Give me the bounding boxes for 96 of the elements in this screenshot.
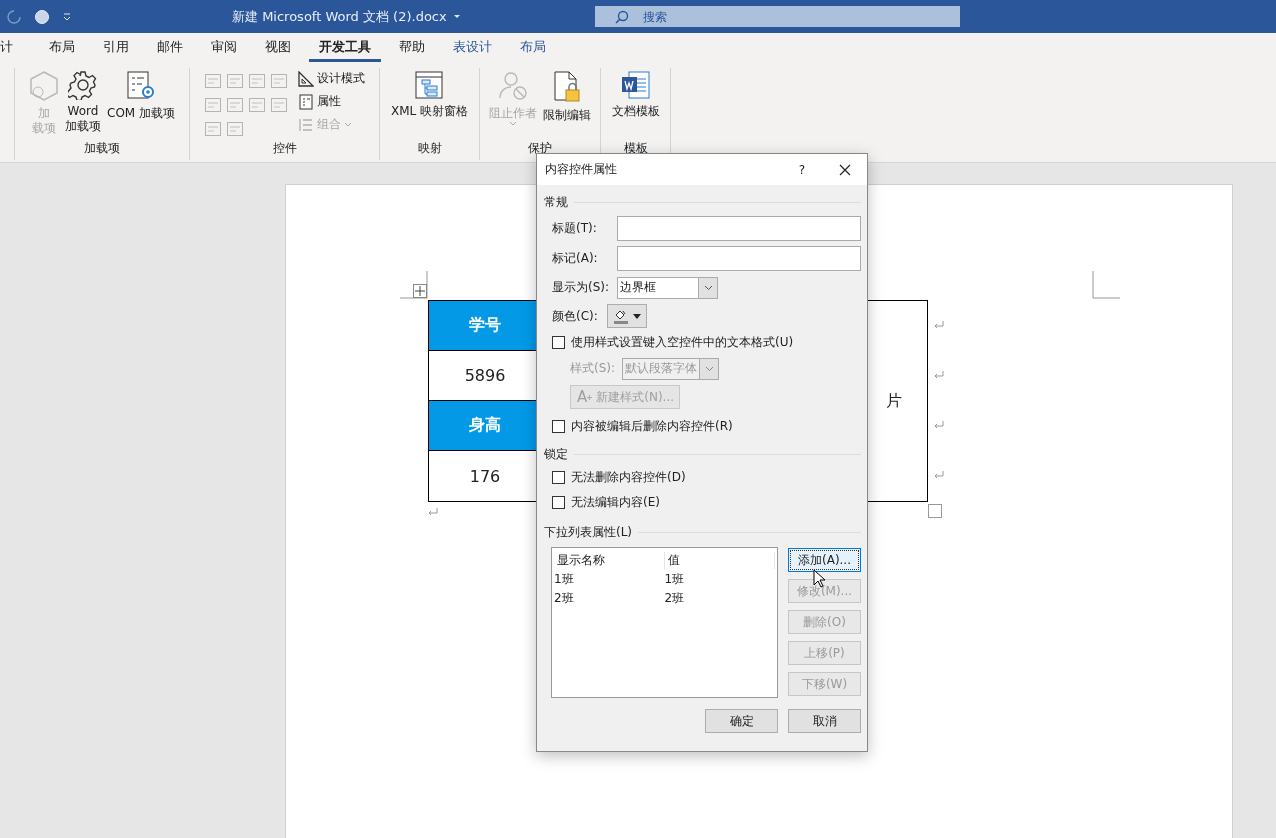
control-icon[interactable] [226,121,244,137]
ribbon-button[interactable]: COM 加载项 [107,70,175,121]
ribbon-button[interactable]: XML 映射窗格 [390,70,469,119]
field-label: 标题(T): [552,219,598,237]
group-label: 控件 [272,140,297,157]
table-cell: 身高 [429,401,537,451]
field-label: 标记(A): [552,249,599,267]
checkbox[interactable]: 内容被编辑后删除内容控件(R) [544,414,861,439]
list-box[interactable]: 显示名称 值 1班 1班 2班 2班 [551,547,778,698]
person-block-icon [498,70,528,102]
tag-field[interactable] [616,245,861,271]
control-icon[interactable] [226,97,244,113]
dialog-button[interactable]: 确定 [705,709,778,733]
properties-icon [298,93,314,110]
word-document-icon [620,70,651,100]
dialog-button[interactable]: 取消 [788,709,861,733]
ribbon-tab[interactable]: 计 [0,38,23,62]
paragraph-mark-icon [934,370,944,380]
ribbon-tab[interactable]: 引用 [93,38,139,62]
section-heading: 下拉列表属性(L) [544,523,633,541]
chevron-down-icon [703,284,713,291]
field-label: 颜色(C): [552,307,599,325]
customize-caret-icon[interactable] [62,11,72,22]
ribbon-button[interactable]: 文档模板 [611,70,660,119]
ribbon-button[interactable]: 设计模式 [298,70,365,87]
chevron-down-icon [509,121,517,126]
ribbon-button[interactable]: 限制编辑 [543,70,591,123]
ribbon-tab[interactable]: 审阅 [201,38,247,62]
table-cell-text: 176 [468,465,502,488]
control-icon[interactable] [204,97,222,113]
help-button[interactable]: ? [798,162,805,177]
resize-handle-icon[interactable] [928,504,942,518]
ribbon-tab[interactable]: 布局 [510,38,556,62]
list-item[interactable]: 1班 [664,571,775,588]
ribbon-tab[interactable]: 视图 [255,38,301,62]
caret-icon [633,313,641,319]
paragraph-mark-icon [934,320,944,330]
column-header[interactable]: 值 [664,551,775,569]
document-lock-icon [552,70,582,104]
table-move-handle-icon[interactable] [413,284,427,298]
field-label: 显示为(S): [552,279,611,296]
ribbon-tab[interactable]: 邮件 [147,38,193,62]
table-cell: 学号 [429,301,537,351]
dialog-title: 内容控件属性 [545,161,617,178]
control-icon[interactable] [270,97,288,113]
ribbon-button[interactable]: Word 加载项 [65,70,101,134]
section-heading: 锁定 [544,445,568,463]
crop-mark-icon [1092,271,1120,299]
close-icon[interactable] [839,163,851,176]
color-button[interactable] [607,304,647,328]
ribbon-tab[interactable]: 帮助 [389,38,435,62]
list-gear-icon [125,70,157,102]
control-icon[interactable] [248,97,266,113]
group-label: 保护 [528,140,552,157]
chevron-down-icon [704,365,714,372]
ribbon-tab[interactable]: 布局 [39,38,85,62]
group-label: 模板 [623,140,648,157]
list-item[interactable]: 2班 [554,590,665,607]
list-item[interactable]: 1班 [554,571,665,588]
paint-bucket-icon [613,308,629,324]
title-field[interactable] [616,215,861,241]
ribbon-tab[interactable]: 表设计 [443,38,502,62]
checkbox[interactable]: 无法编辑内容(E) [544,490,861,515]
column-header[interactable]: 显示名称 [554,551,665,569]
ruler-triangle-icon [298,70,314,87]
group-label: 加载项 [84,140,120,157]
gear-icon [68,70,98,100]
ribbon-button[interactable]: 属性 [298,93,365,110]
map-pane-icon [414,70,445,100]
show-as-dropdown[interactable]: 边界框 [617,276,718,299]
window-title: 新建 Microsoft Word 文档 (2).docx [232,7,447,26]
paragraph-mark-icon [934,470,944,480]
paragraph-mark-icon [428,508,438,517]
search-field[interactable]: 搜索 [595,6,960,27]
group-label: 映射 [417,140,442,157]
plus-icon [587,394,593,400]
control-icon[interactable] [204,121,222,137]
group-icon [298,116,314,133]
caret-icon[interactable] [452,14,461,19]
crop-mark-icon [400,271,428,299]
table-cell-text: 片 [885,389,903,412]
control-icon[interactable] [248,73,266,89]
control-icon[interactable] [204,73,222,89]
hexagon-icon [29,70,59,102]
circle-icon[interactable] [34,8,50,25]
chevron-down-icon [344,122,352,127]
control-icon[interactable] [270,73,288,89]
checkbox[interactable]: 无法删除内容控件(D) [544,465,861,490]
list-item[interactable]: 2班 [664,590,775,607]
paragraph-mark-icon [934,420,944,430]
section-heading: 常规 [544,193,568,211]
checkbox[interactable]: 使用样式设置键入空控件中的文本格式(U) [544,330,861,355]
control-icon[interactable] [226,73,244,89]
dialog-button[interactable]: 添加(A)... [788,548,861,572]
field-label: 样式(S): [570,360,617,377]
search-icon [615,10,629,24]
